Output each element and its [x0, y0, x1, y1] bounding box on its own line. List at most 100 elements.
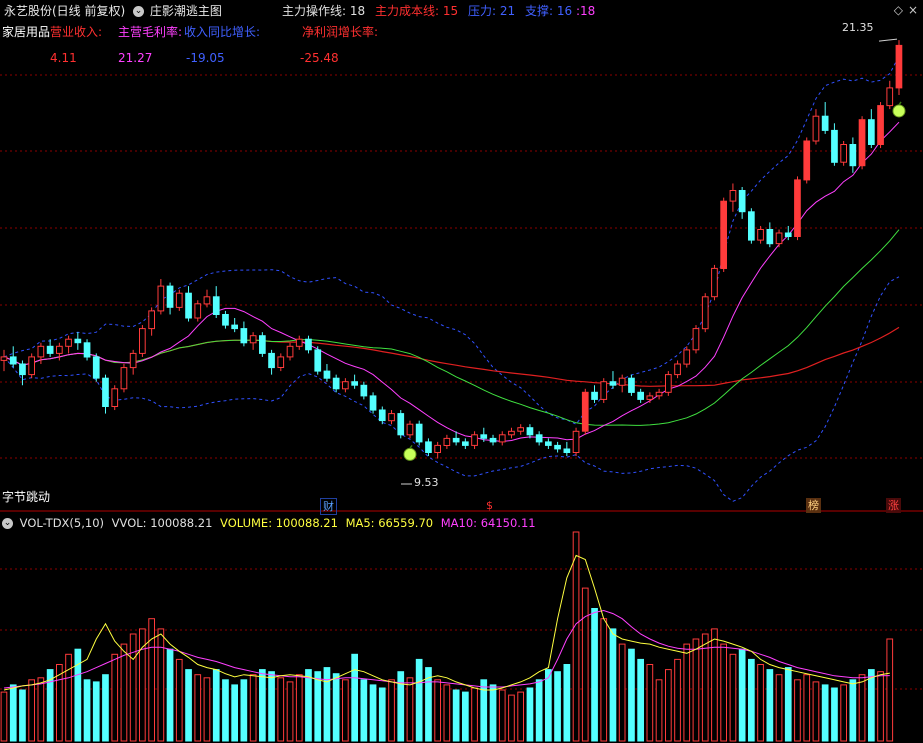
volume-bar	[9, 684, 17, 742]
event-flag-limit-up[interactable]: 涨	[886, 498, 901, 513]
volume-bar	[775, 674, 783, 742]
lower-band-line	[3, 276, 900, 502]
volume-bar	[803, 674, 811, 742]
candle-body	[28, 356, 35, 376]
volume-bar	[535, 679, 543, 742]
candle-body	[65, 338, 72, 347]
candle-body	[498, 434, 506, 443]
margin-value: 21.27	[118, 51, 153, 65]
volume-bar	[157, 628, 165, 742]
volume-bar	[120, 643, 128, 742]
volume-bar	[185, 669, 192, 742]
volume-bar	[628, 648, 635, 742]
candle-body	[185, 292, 192, 319]
candle-body	[600, 381, 608, 400]
volume-bar	[332, 673, 340, 742]
event-flag-list[interactable]: 榜	[806, 498, 821, 513]
support-label: 支撑:	[524, 4, 553, 18]
volume-header: ⌄ VOL-TDX(5,10) VVOL: 100088.21 VOLUME: …	[2, 516, 536, 530]
volume-bar	[591, 608, 598, 742]
chevron-down-icon[interactable]: ⌄	[2, 518, 13, 529]
header-bar: 永艺股份(日线 前复权) ⌄ 庄影潮逃主图	[4, 3, 222, 19]
volume-bar	[665, 669, 672, 742]
event-flag-finance[interactable]: 财	[320, 498, 337, 515]
support-value-2: :18	[575, 4, 596, 18]
volume-bar	[683, 643, 691, 742]
chevron-icon[interactable]: ◇	[894, 3, 903, 17]
candle-body	[480, 434, 488, 439]
indicator-values: 主力操作线: 18 主力成本线: 15 压力: 21 支撑: 16 :18	[282, 3, 595, 19]
volume-bar	[849, 679, 857, 742]
candle-body	[397, 413, 405, 436]
candle-body	[766, 229, 774, 245]
revenue-value: 4.11	[50, 51, 77, 65]
volume-bar	[868, 669, 875, 742]
candle-body	[517, 427, 524, 432]
volume-bar	[618, 643, 626, 742]
candle-body	[19, 363, 26, 376]
volume-bar	[517, 691, 524, 742]
op-line-label: 主力操作线:	[282, 4, 347, 18]
candle-body	[655, 391, 663, 397]
volume-bar	[240, 679, 248, 742]
volume-bar	[83, 679, 91, 742]
candle-body	[895, 44, 903, 89]
volume-bar	[821, 684, 829, 742]
volume-bar	[415, 658, 423, 742]
candle-body	[286, 345, 294, 358]
volume-bar	[886, 638, 894, 742]
candle-body	[821, 115, 829, 131]
candle-body	[535, 434, 543, 443]
chevron-down-icon[interactable]: ⌄	[133, 6, 145, 17]
candle-body	[406, 423, 414, 436]
volume-bar	[729, 653, 737, 742]
volume-chart[interactable]	[0, 512, 923, 743]
indicator-name[interactable]: 庄影潮逃主图	[150, 4, 222, 18]
candle-body	[831, 129, 838, 163]
volume-bar	[471, 687, 478, 742]
cost-label: 主力成本线:	[374, 4, 440, 18]
volume-bar	[166, 648, 174, 742]
candle-body	[545, 441, 552, 446]
profit-growth-label: 净利润增长率:	[302, 25, 379, 39]
candle-body	[351, 381, 358, 386]
candle-body	[665, 374, 672, 393]
revenue-yoy-label: 收入同比增长:	[184, 25, 261, 39]
volume-bar	[28, 679, 35, 742]
ma5-value: MA5: 66559.70	[345, 516, 434, 530]
volume-indicator-name[interactable]: VOL-TDX(5,10)	[20, 516, 104, 530]
volume-bar	[351, 653, 358, 742]
apple-stem	[898, 101, 902, 106]
event-flag-dollar[interactable]: $	[484, 498, 495, 513]
candle-body	[231, 324, 239, 330]
candle-body	[314, 349, 322, 372]
revenue-label: 营业收入:	[50, 25, 103, 39]
volume-bar	[812, 681, 820, 742]
stock-title[interactable]: 永艺股份(日线 前复权)	[4, 4, 125, 18]
candle-body	[277, 356, 285, 368]
apple-signal-icon	[403, 447, 417, 461]
candle-body	[0, 356, 8, 361]
volume-bar	[378, 687, 386, 742]
volume-bar	[406, 677, 414, 742]
ma10-value: MA10: 64150.11	[440, 516, 536, 530]
candle-body	[886, 87, 894, 107]
cost-value: 15	[442, 4, 459, 18]
candle-body	[692, 328, 700, 351]
close-icon[interactable]: ×	[908, 3, 918, 17]
candle-body	[738, 190, 746, 213]
price-chart[interactable]	[0, 0, 923, 512]
volume-bar	[711, 628, 718, 742]
candle-body	[563, 448, 571, 453]
volume-bar	[840, 684, 847, 742]
volume-bar	[249, 674, 257, 742]
volume-bar	[646, 664, 654, 742]
candle-body	[591, 391, 598, 400]
candle-body	[37, 345, 45, 358]
support-value: 16	[556, 4, 573, 18]
candle-body	[148, 310, 156, 330]
volume-bar	[701, 633, 709, 742]
volume-bar	[554, 671, 561, 742]
candle-body	[342, 381, 349, 390]
candle-body	[720, 200, 727, 269]
